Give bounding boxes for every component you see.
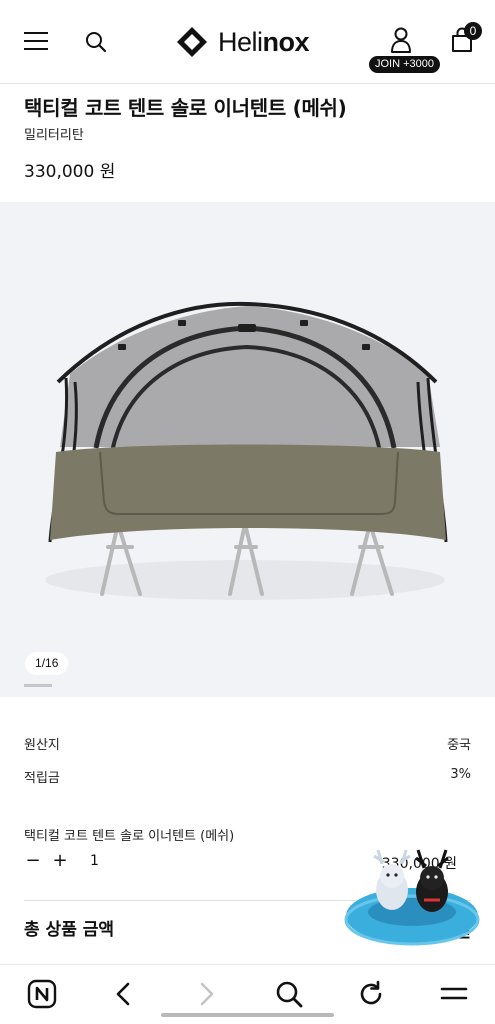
- quantity-value[interactable]: 1: [90, 853, 99, 869]
- product-gallery[interactable]: 1/16: [0, 202, 495, 697]
- quantity-increase-button[interactable]: +: [51, 851, 69, 871]
- origin-value: 중국: [447, 738, 471, 753]
- selected-option-name: 택티컬 코트 텐트 솔로 이너텐트 (메쉬): [24, 829, 235, 844]
- points-row: 적립금 3%: [24, 767, 471, 787]
- brand-name: Helinox: [218, 26, 310, 57]
- helinox-logo-mark: [177, 27, 207, 57]
- menu-icon[interactable]: [439, 979, 469, 1009]
- back-icon[interactable]: [108, 979, 138, 1009]
- refresh-icon[interactable]: [356, 979, 386, 1009]
- join-badge[interactable]: JOIN +3000: [369, 56, 441, 73]
- product-title: 택티컬 코트 텐트 솔로 이너텐트 (메쉬): [24, 96, 347, 120]
- user-icon[interactable]: [388, 26, 414, 54]
- search-icon[interactable]: [274, 979, 304, 1009]
- product-color: 밀리터리탄: [24, 128, 84, 143]
- gallery-pager: 1/16: [25, 652, 69, 675]
- menu-icon[interactable]: [24, 32, 48, 50]
- product-price: 330,000 원: [24, 162, 116, 182]
- site-header: Helinox JOIN +3000 0: [0, 0, 495, 84]
- origin-row: 원산지 중국: [24, 734, 471, 754]
- quantity-decrease-button[interactable]: −: [24, 851, 42, 871]
- helinox-logo[interactable]: Helinox: [176, 24, 310, 60]
- gallery-progress: [24, 684, 52, 687]
- home-indicator: [161, 1013, 334, 1017]
- points-value: 3%: [450, 767, 471, 782]
- product-image: [45, 301, 448, 600]
- search-icon[interactable]: [84, 30, 108, 54]
- naver-home-icon[interactable]: [27, 979, 57, 1009]
- cart-count-badge: 0: [464, 22, 482, 40]
- points-label: 적립금: [24, 771, 60, 786]
- origin-label: 원산지: [24, 738, 60, 753]
- forward-icon[interactable]: [192, 979, 222, 1009]
- floating-promo-button[interactable]: [344, 846, 480, 948]
- total-price-label: 총 상품 금액: [24, 920, 115, 940]
